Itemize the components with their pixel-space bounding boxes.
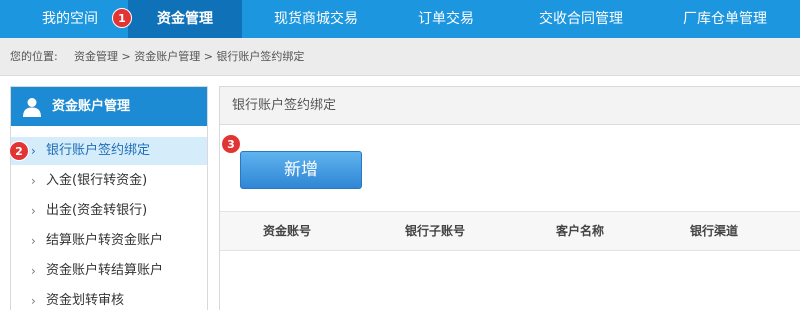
chevron-right-icon: › xyxy=(31,144,36,158)
tab-fund-management[interactable]: 资金管理 xyxy=(128,0,242,38)
sidebar-item-label: 资金划转审核 xyxy=(46,293,125,308)
tab-delivery-contract[interactable]: 交收合同管理 xyxy=(520,0,642,38)
breadcrumb-path: 资金管理 > 资金账户管理 > 银行账户签约绑定 xyxy=(74,50,305,63)
tab-order-trading[interactable]: 订单交易 xyxy=(396,0,496,38)
sidebar-item-label: 银行账户签约绑定 xyxy=(46,143,151,158)
chevron-right-icon: › xyxy=(31,234,36,248)
chevron-right-icon: › xyxy=(31,264,36,278)
sidebar-item-deposit[interactable]: › 入金(银行转资金) xyxy=(11,167,207,195)
sidebar-item-label: 结算账户转资金账户 xyxy=(46,233,164,248)
panel-header: 银行账户签约绑定 xyxy=(220,87,800,125)
sidebar-item-label: 资金账户转结算账户 xyxy=(46,263,164,278)
sidebar-item-settlement-to-fund[interactable]: › 结算账户转资金账户 xyxy=(11,227,207,255)
sidebar-item-bank-binding[interactable]: › 银行账户签约绑定 xyxy=(11,137,207,165)
column-header-fund-account[interactable]: 资金账号 xyxy=(258,212,316,250)
add-button[interactable]: 新增 xyxy=(240,151,362,189)
breadcrumb: 您的位置: 资金管理 > 资金账户管理 > 银行账户签约绑定 xyxy=(0,38,800,76)
column-header-bank-channel[interactable]: 银行渠道 xyxy=(685,212,743,250)
column-header-bank-sub-account[interactable]: 银行子账号 xyxy=(400,212,470,250)
sidebar-item-withdraw[interactable]: › 出金(资金转银行) xyxy=(11,197,207,225)
top-nav: 我的空间 资金管理 现货商城交易 订单交易 交收合同管理 厂库仓单管理 1 xyxy=(0,0,800,38)
chevron-right-icon: › xyxy=(31,204,36,218)
user-icon xyxy=(23,98,41,117)
breadcrumb-prefix: 您的位置: xyxy=(10,50,58,63)
sidebar-item-transfer-review[interactable]: › 资金划转审核 xyxy=(11,287,207,315)
tab-my-space[interactable]: 我的空间 xyxy=(22,0,118,38)
sidebar-item-fund-to-settlement[interactable]: › 资金账户转结算账户 xyxy=(11,257,207,285)
sidebar-header: 资金账户管理 xyxy=(11,87,207,126)
chevron-right-icon: › xyxy=(31,294,36,308)
tab-warehouse-receipt[interactable]: 厂库仓单管理 xyxy=(664,0,786,38)
sidebar: 资金账户管理 › 银行账户签约绑定 › 入金(银行转资金) › 出金(资金转银行… xyxy=(10,86,208,310)
table-header: 资金账号 银行子账号 客户名称 银行渠道 xyxy=(220,211,800,251)
sidebar-title: 资金账户管理 xyxy=(52,99,131,114)
sidebar-item-label: 入金(银行转资金) xyxy=(46,173,148,188)
step-badge-2: 2 xyxy=(9,141,29,161)
tab-spot-mall-trading[interactable]: 现货商城交易 xyxy=(258,0,374,38)
step-badge-1: 1 xyxy=(112,8,132,28)
page-title: 银行账户签约绑定 xyxy=(232,98,337,113)
main-panel: 银行账户签约绑定 新增 资金账号 银行子账号 客户名称 银行渠道 xyxy=(219,86,800,310)
column-header-customer-name[interactable]: 客户名称 xyxy=(551,212,609,250)
step-badge-3: 3 xyxy=(221,134,241,154)
sidebar-item-label: 出金(资金转银行) xyxy=(46,203,148,218)
chevron-right-icon: › xyxy=(31,174,36,188)
